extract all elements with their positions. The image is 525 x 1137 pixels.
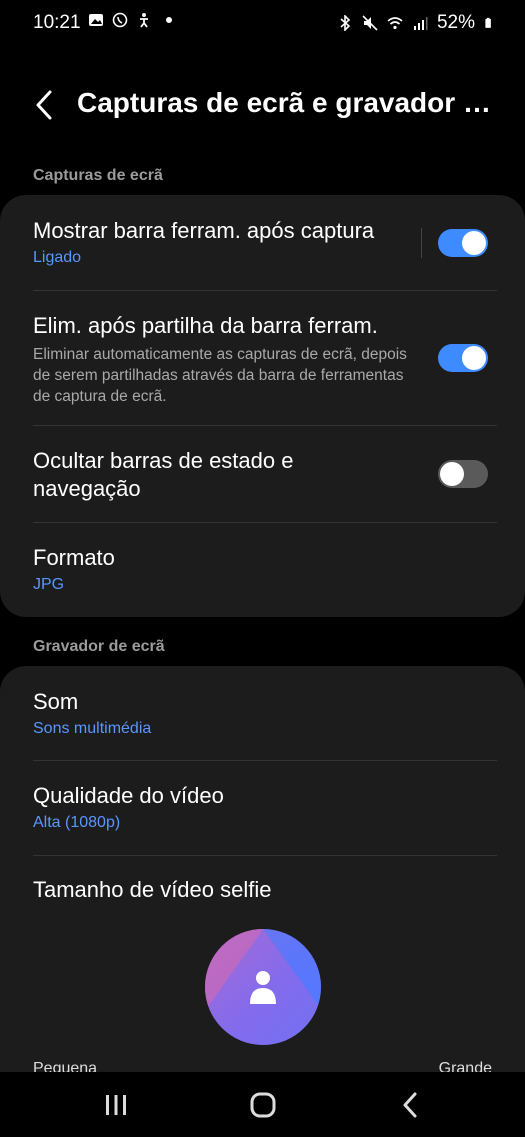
chevron-left-icon xyxy=(36,90,52,120)
status-right-icons: 52% xyxy=(337,12,495,34)
delete-after-share-setting[interactable]: Elim. após partilha da barra ferram. Eli… xyxy=(33,312,497,407)
hide-bars-setting[interactable]: Ocultar barras de estado e navegação xyxy=(33,447,497,503)
person-icon xyxy=(250,971,276,1004)
divider xyxy=(33,522,497,523)
divider xyxy=(33,290,497,291)
signal-icon xyxy=(413,17,428,30)
back-nav-button[interactable] xyxy=(390,1090,430,1120)
selfie-preview[interactable] xyxy=(205,929,321,1045)
hide-bars-toggle[interactable] xyxy=(438,460,488,488)
battery-percent: 52% xyxy=(436,12,475,33)
delete-after-share-toggle[interactable] xyxy=(438,344,488,372)
delete-after-share-title: Elim. após partilha da barra ferram. xyxy=(33,313,378,338)
toolbar-setting-title: Mostrar barra ferram. após captura xyxy=(33,218,375,243)
chevron-left-icon xyxy=(403,1092,417,1118)
recents-icon xyxy=(106,1095,126,1115)
hide-bars-title-line2: navegação xyxy=(33,476,141,501)
mute-icon xyxy=(362,15,378,31)
battery-icon xyxy=(485,17,491,28)
selfie-size-title: Tamanho de vídeo selfie xyxy=(33,877,272,902)
selfie-size-setting: Tamanho de vídeo selfie xyxy=(33,876,497,904)
video-quality-title: Qualidade do vídeo xyxy=(33,783,224,808)
back-button[interactable] xyxy=(30,88,58,122)
notification-dot xyxy=(166,17,172,23)
toolbar-toggle[interactable] xyxy=(438,229,488,257)
section-label-screenshots: Capturas de ecrã xyxy=(33,167,163,184)
app-header: Capturas de ecrã e gravador d... xyxy=(0,80,525,130)
bluetooth-icon xyxy=(340,15,351,31)
gallery-icon xyxy=(89,14,103,26)
wifi-icon xyxy=(387,17,403,30)
accessibility-icon xyxy=(140,13,148,28)
navigation-bar xyxy=(0,1072,525,1137)
page-title: Capturas de ecrã e gravador d... xyxy=(77,87,497,118)
divider xyxy=(33,425,497,426)
toolbar-setting[interactable]: Mostrar barra ferram. após captura Ligad… xyxy=(33,217,497,267)
format-setting[interactable]: Formato JPG xyxy=(33,544,497,594)
video-quality-value: Alta (1080p) xyxy=(33,814,121,831)
delete-after-share-desc: Eliminar automaticamente as capturas de … xyxy=(33,346,407,405)
recents-button[interactable] xyxy=(96,1090,136,1120)
toggle-separator xyxy=(421,228,422,258)
screenshots-card: Mostrar barra ferram. após captura Ligad… xyxy=(0,195,525,617)
divider xyxy=(33,855,497,856)
format-value: JPG xyxy=(33,576,65,593)
toggle-knob xyxy=(440,462,464,486)
status-bar: 10:21 52% xyxy=(0,0,525,44)
hide-bars-title-line1: Ocultar barras de estado e xyxy=(33,448,294,473)
toolbar-setting-status: Ligado xyxy=(33,249,82,266)
divider xyxy=(33,760,497,761)
whatsapp-icon xyxy=(112,12,128,28)
status-time: 10:21 xyxy=(33,12,81,33)
toggle-knob xyxy=(462,231,486,255)
format-title: Formato xyxy=(33,545,115,570)
sound-setting[interactable]: Som Sons multimédia xyxy=(33,688,497,738)
status-left-icons xyxy=(88,12,172,28)
toggle-knob xyxy=(462,346,486,370)
home-icon xyxy=(250,1092,276,1118)
sound-value: Sons multimédia xyxy=(33,720,152,737)
video-quality-setting[interactable]: Qualidade do vídeo Alta (1080p) xyxy=(33,782,497,832)
sound-title: Som xyxy=(33,689,79,714)
home-button[interactable] xyxy=(243,1090,283,1120)
section-label-recorder: Gravador de ecrã xyxy=(33,638,165,655)
